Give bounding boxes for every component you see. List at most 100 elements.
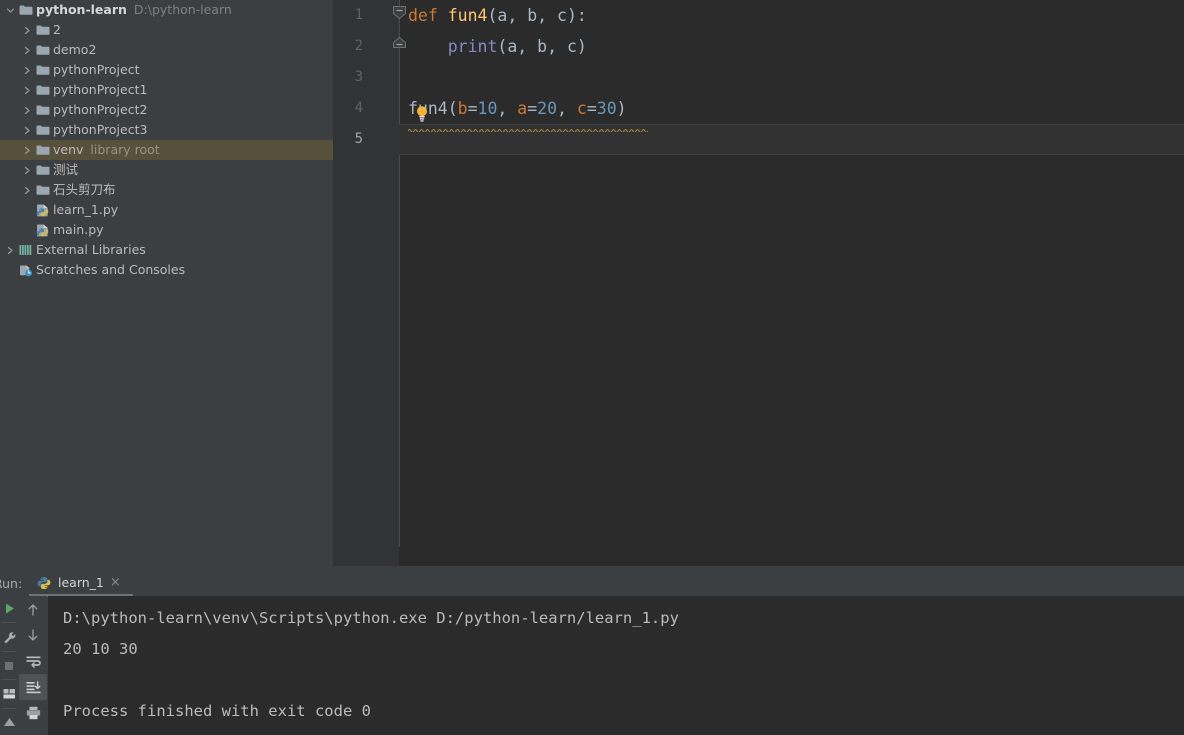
tree-row-venv[interactable]: venv library root [0,140,333,160]
code-token: 10 [477,99,498,118]
tree-item-label: 测试 [53,162,79,177]
code-token: = [467,99,478,118]
chevron-right-icon[interactable] [21,160,34,180]
tree-item-label: 石头剪刀布 [53,182,116,197]
project-tool-window[interactable]: python-learn D:\python-learn 2 demo2 pythonP… [0,0,333,566]
tree-row-main.py[interactable]: main.py [0,220,333,240]
down-the-stack-trace-icon[interactable] [19,622,47,648]
editor-gutter[interactable]: 1 2 3 4 5 [333,0,399,566]
tree-row-demo2[interactable]: demo2 [0,40,333,60]
toolbar-separator [2,650,16,652]
tree-item-label: venv [53,142,84,157]
folder-icon [34,160,51,180]
tree-row-pythonProject[interactable]: pythonProject [0,60,333,80]
folder-icon [34,120,51,140]
console-line: D:\python-learn\venv\Scripts\python.exe … [63,609,679,627]
scroll-to-end-icon[interactable] [19,674,47,700]
code-line-1[interactable]: def fun4(a, b, c): [399,0,1184,31]
rerun-icon[interactable] [0,596,18,621]
line-number-1: 1 [354,7,363,23]
folder-icon [17,0,34,20]
run-toolbar-secondary [19,596,47,735]
line-number-2: 2 [354,38,363,54]
folder-icon [34,60,51,80]
code-token: ) [616,99,627,118]
print-icon[interactable] [19,700,47,726]
python-file-icon [34,220,51,240]
folder-icon [34,180,51,200]
folder-icon [34,100,51,120]
tree-item-label: learn_1.py [53,202,119,217]
line-number-3: 3 [354,69,363,85]
code-editor[interactable]: 1 2 3 4 5 def fun4(a, b, c): print(a, b, c) f… [333,0,1184,566]
tree-row-pythonProject1[interactable]: pythonProject1 [0,80,333,100]
folder-icon [34,80,51,100]
chevron-right-icon[interactable] [4,240,17,260]
chevron-right-icon[interactable] [21,120,34,140]
code-line-2[interactable]: print(a, b, c) [399,31,1184,62]
code-text-area[interactable]: def fun4(a, b, c): print(a, b, c) fun4(b=… [399,0,1184,566]
tree-item-label: pythonProject3 [53,122,148,137]
tree-item-label: python-learn [36,2,127,17]
pin-tab-icon[interactable] [0,710,18,735]
tree-item-secondary-label: D:\python-learn [133,2,232,17]
code-token: print [447,37,498,56]
chevron-right-icon[interactable] [21,60,34,80]
tree-item-label: Scratches and Consoles [36,262,186,277]
pycharm-window: python-learn D:\python-learn 2 demo2 pythonP… [0,0,1184,735]
stop-icon[interactable] [0,653,18,678]
chevron-right-icon[interactable] [21,80,34,100]
toolbar-separator [2,622,16,624]
folder-icon [34,40,51,60]
chevron-right-icon[interactable] [21,40,34,60]
tree-row-测试[interactable]: 测试 [0,160,333,180]
tree-row-External Libraries[interactable]: External Libraries [0,240,333,260]
intention-bulb-icon[interactable] [415,105,429,123]
tree-row-learn_1.py[interactable]: learn_1.py [0,200,333,220]
external-libraries-icon [17,240,34,260]
run-tab-bar: Run: learn_1 × [0,571,1184,597]
run-tool-window: Run: learn_1 × D:\python-learn\venv\Scri… [0,571,1184,735]
code-token: 30 [596,99,617,118]
run-tab-learn_1[interactable]: learn_1 × [29,571,127,596]
code-token: = [527,99,538,118]
chevron-right-icon[interactable] [21,180,34,200]
tree-item-label: demo2 [53,42,97,57]
fold-collapse-icon[interactable] [392,5,407,20]
chevron-right-icon[interactable] [21,100,34,120]
code-token: 20 [537,99,558,118]
soft-wrap-icon[interactable] [19,648,47,674]
code-line-3[interactable] [399,62,1184,93]
line-number-5: 5 [354,131,363,147]
fold-end-icon[interactable] [392,36,407,51]
run-window-label: Run: [0,576,23,591]
chevron-down-icon[interactable] [4,0,17,20]
run-tab-title: learn_1 [58,575,104,590]
tree-row-Scratches and Consoles[interactable]: Scratches and Consoles [0,260,333,280]
tree-item-secondary-label: library root [90,142,160,157]
folder-icon [34,140,51,160]
code-token: = [586,99,597,118]
tree-item-label: pythonProject [53,62,140,77]
toolbar-separator [2,707,16,709]
python-file-icon [34,200,51,220]
code-token: fun4 [447,6,488,25]
chevron-right-icon[interactable] [21,20,34,40]
close-icon[interactable]: × [110,576,121,589]
code-token: a [517,99,528,118]
tree-row-pythonProject2[interactable]: pythonProject2 [0,100,333,120]
chevron-right-icon[interactable] [21,140,34,160]
tree-item-label: 2 [53,22,61,37]
tree-row-python-learn[interactable]: python-learn D:\python-learn [0,0,333,20]
code-token: (a, b, c) [497,37,587,56]
console-output[interactable]: D:\python-learn\venv\Scripts\python.exe … [48,596,1184,735]
up-the-stack-trace-icon[interactable] [19,596,47,622]
console-line: Process finished with exit code 0 [63,702,371,720]
code-token: def [408,6,448,25]
tree-row-石头剪刀布[interactable]: 石头剪刀布 [0,180,333,200]
tree-item-label: main.py [53,222,104,237]
tree-row-pythonProject3[interactable]: pythonProject3 [0,120,333,140]
layout-settings-icon[interactable] [0,681,18,706]
tree-row-2[interactable]: 2 [0,20,333,40]
edit-configurations-icon[interactable] [0,624,18,649]
